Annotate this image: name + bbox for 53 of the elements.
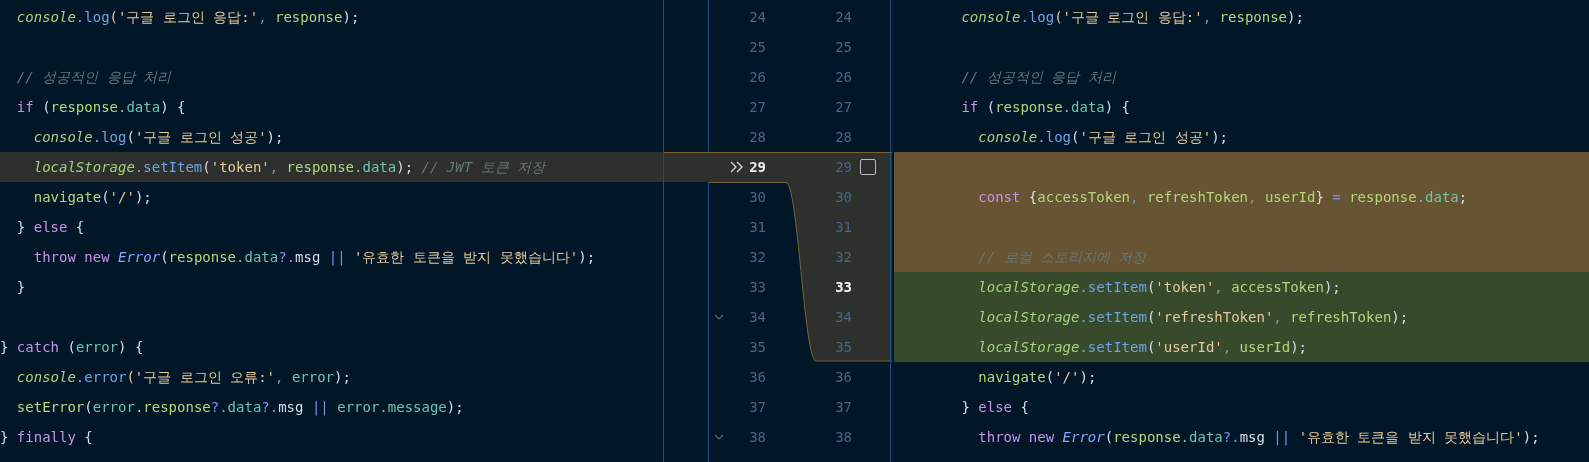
- code-line: } else {: [15, 218, 86, 237]
- line-number: 35: [834, 337, 852, 357]
- code-line: console.log('구글 로그인 응답:', response);: [960, 8, 1305, 27]
- code-line: // 성공적인 응답 처리: [15, 68, 173, 87]
- line-number: 28: [748, 127, 766, 147]
- line-number: 34: [748, 307, 766, 327]
- line-number: 24: [748, 7, 766, 27]
- line-number: 26: [834, 67, 852, 87]
- line-number: 38: [748, 427, 766, 447]
- checkbox[interactable]: [860, 159, 876, 175]
- code-line: navigate('/');: [977, 368, 1098, 387]
- line-number: 33: [834, 277, 852, 297]
- line-number: 33: [748, 277, 766, 297]
- code-line: throw new Error(response.data?.msg || '유효한 토큰을 받지 못했습니다');: [977, 428, 1541, 448]
- double-chevron-right-icon[interactable]: [730, 161, 744, 173]
- line-number: 25: [834, 37, 852, 57]
- code-line: // 성공적인 응답 처리: [960, 68, 1118, 87]
- line-number: 32: [834, 247, 852, 267]
- line-number: 30: [748, 187, 766, 207]
- line-number: 36: [748, 367, 766, 387]
- code-line: setError(error.response?.data?.msg || error.message);: [15, 398, 465, 418]
- code-line: } else {: [960, 398, 1030, 417]
- line-number: 27: [748, 97, 766, 117]
- code-line: }: [15, 278, 27, 297]
- chevron-down-icon[interactable]: [714, 434, 724, 440]
- line-number: 29: [748, 157, 766, 177]
- code-line: throw new Error(response.data?.msg || '유효한 토큰을 받지 못했습니다');: [32, 248, 597, 268]
- code-line: if (response.data) {: [960, 98, 1132, 117]
- line-number: 36: [834, 367, 852, 387]
- code-line: console.log('구글 로그인 성공');: [977, 128, 1230, 147]
- line-number: 28: [834, 127, 852, 147]
- code-line: console.error('구글 로그인 오류:', error);: [15, 368, 352, 387]
- line-number: 26: [748, 67, 766, 87]
- chevron-down-icon[interactable]: [714, 314, 724, 320]
- line-number: 27: [834, 97, 852, 117]
- line-number: 34: [834, 307, 852, 327]
- code-line: } catch (error) {: [0, 338, 145, 357]
- code-line: console.log('구글 로그인 성공');: [32, 128, 285, 147]
- line-number: 31: [834, 217, 852, 237]
- line-number: 31: [748, 217, 766, 237]
- code-line: if (response.data) {: [15, 98, 187, 117]
- line-number: 38: [834, 427, 852, 447]
- line-number: 37: [748, 397, 766, 417]
- line-number: 24: [834, 7, 852, 27]
- line-number: 30: [834, 187, 852, 207]
- line-number: 32: [748, 247, 766, 267]
- code-line: navigate('/');: [32, 188, 153, 207]
- code-line: } finally {: [0, 428, 94, 447]
- line-number: 35: [748, 337, 766, 357]
- line-number: 29: [834, 157, 852, 177]
- line-number: 37: [834, 397, 852, 417]
- line-number: 25: [748, 37, 766, 57]
- code-line: console.log('구글 로그인 응답:', response);: [15, 8, 361, 27]
